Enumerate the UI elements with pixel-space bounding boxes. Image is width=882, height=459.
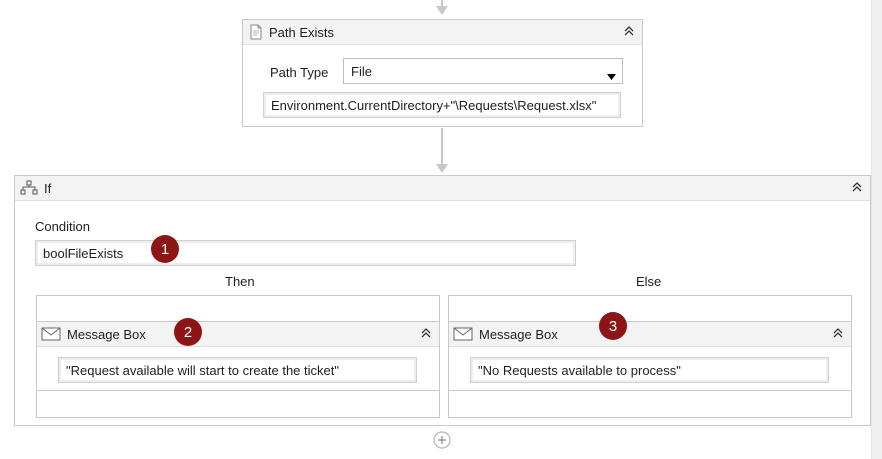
- then-message-box-title: Message Box: [67, 326, 146, 342]
- if-title: If: [44, 180, 52, 196]
- else-message-box-title: Message Box: [479, 326, 558, 342]
- envelope-icon: [41, 327, 61, 341]
- if-header[interactable]: If: [15, 176, 870, 201]
- then-message-box[interactable]: Message Box "Request available will star…: [37, 321, 439, 391]
- envelope-icon: [453, 327, 473, 341]
- then-message-text-input[interactable]: "Request available will start to create …: [58, 357, 417, 383]
- else-message-box-header[interactable]: Message Box: [449, 322, 851, 347]
- path-input-value: Environment.CurrentDirectory+"\Requests\…: [271, 97, 597, 113]
- triangle-down-icon: [607, 68, 616, 83]
- connector-line-middle: [441, 128, 443, 165]
- annotation-badge-2: 2: [174, 318, 202, 346]
- plus-circle-icon[interactable]: [433, 431, 451, 449]
- annotation-badge-1: 1: [151, 235, 179, 263]
- else-message-box[interactable]: Message Box "No Requests available to pr…: [449, 321, 851, 391]
- condition-label: Condition: [35, 219, 90, 234]
- path-exists-activity[interactable]: Path Exists Path Type File Environment.C…: [242, 19, 643, 127]
- double-chevron-up-icon[interactable]: [850, 180, 864, 194]
- path-input[interactable]: Environment.CurrentDirectory+"\Requests\…: [263, 92, 621, 118]
- double-chevron-up-icon[interactable]: [831, 326, 845, 340]
- connector-arrow-top: [436, 6, 448, 15]
- path-type-select[interactable]: File: [343, 58, 623, 84]
- else-branch[interactable]: Message Box "No Requests available to pr…: [448, 295, 852, 418]
- path-type-label: Path Type: [270, 65, 329, 80]
- document-icon: [249, 24, 263, 40]
- double-chevron-up-icon[interactable]: [622, 24, 636, 38]
- then-branch[interactable]: Message Box "Request available will star…: [36, 295, 440, 418]
- then-label: Then: [225, 274, 255, 289]
- else-message-text-input[interactable]: "No Requests available to process": [470, 357, 829, 383]
- else-label: Else: [636, 274, 662, 289]
- then-message-box-header[interactable]: Message Box: [37, 322, 439, 347]
- connector-arrow-middle: [436, 164, 448, 173]
- double-chevron-up-icon[interactable]: [419, 326, 433, 340]
- annotation-badge-3: 3: [599, 312, 627, 340]
- then-message-text-value: "Request available will start to create …: [66, 362, 339, 378]
- scrollbar-track[interactable]: [871, 0, 882, 459]
- condition-value: boolFileExists: [43, 245, 124, 261]
- path-exists-header[interactable]: Path Exists: [243, 20, 642, 45]
- condition-input[interactable]: boolFileExists: [35, 240, 576, 266]
- path-exists-title: Path Exists: [269, 24, 335, 40]
- path-type-value: File: [351, 63, 372, 79]
- flowchart-icon: [20, 180, 38, 196]
- else-message-text-value: "No Requests available to process": [478, 362, 681, 378]
- if-activity[interactable]: If Condition boolFileExists Then Else Me…: [14, 175, 871, 426]
